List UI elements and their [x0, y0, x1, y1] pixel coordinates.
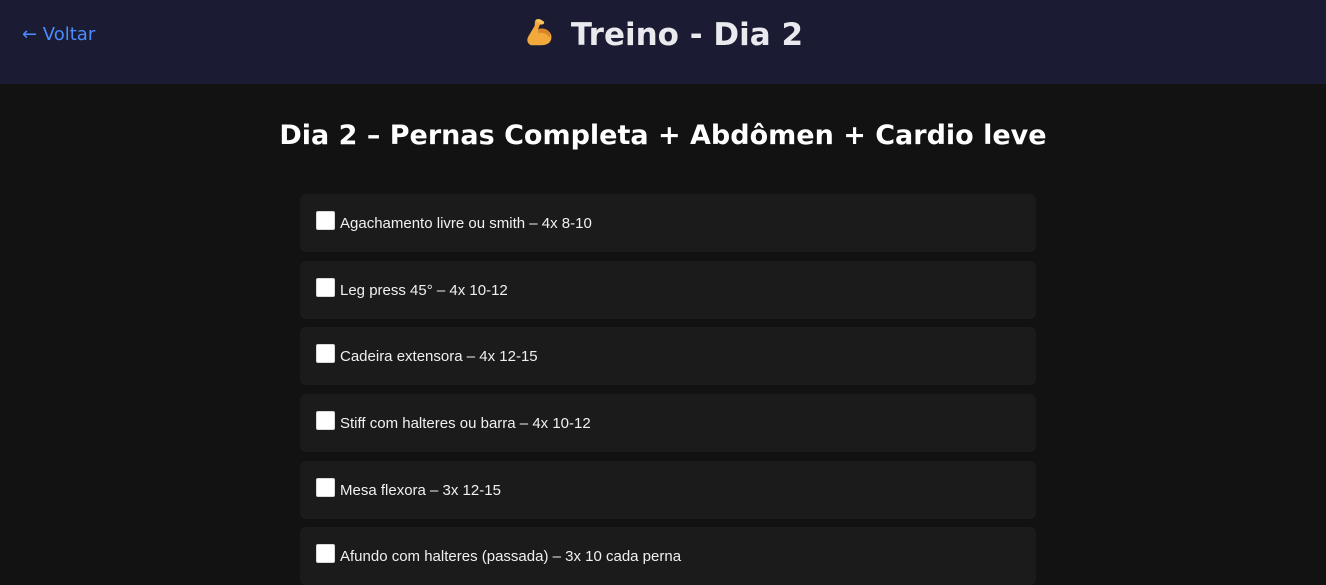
exercise-label: Afundo com halteres (passada) – 3x 10 ca…: [340, 548, 682, 565]
exercise-label: Leg press 45° – 4x 10-12: [340, 282, 508, 299]
top-header-bar: ← Voltar Treino - Dia 2: [0, 0, 1326, 84]
exercise-checkbox[interactable]: [316, 544, 335, 563]
exercise-item-cadeira-extensora[interactable]: Cadeira extensora – 4x 12-15: [300, 327, 1036, 385]
exercise-item-stiff[interactable]: Stiff com halteres ou barra – 4x 10-12: [300, 394, 1036, 452]
exercise-label: Cadeira extensora – 4x 12-15: [340, 348, 538, 365]
exercise-checkbox[interactable]: [316, 211, 335, 230]
exercise-label: Stiff com halteres ou barra – 4x 10-12: [340, 415, 591, 432]
exercise-label: Agachamento livre ou smith – 4x 8-10: [340, 215, 592, 232]
exercise-item-mesa-flexora[interactable]: Mesa flexora – 3x 12-15: [300, 461, 1036, 519]
exercise-checkbox[interactable]: [316, 411, 335, 430]
exercise-checkbox[interactable]: [316, 478, 335, 497]
exercise-label: Mesa flexora – 3x 12-15: [340, 482, 501, 499]
exercise-item-leg-press[interactable]: Leg press 45° – 4x 10-12: [300, 261, 1036, 319]
exercise-checkbox[interactable]: [316, 344, 335, 363]
flexed-biceps-icon: [527, 19, 552, 46]
workout-day-title: Dia 2 – Pernas Completa + Abdômen + Card…: [279, 120, 1047, 151]
exercise-item-agachamento[interactable]: Agachamento livre ou smith – 4x 8-10: [300, 194, 1036, 252]
page-title-text: Treino - Dia 2: [570, 17, 804, 53]
page-title: Treino - Dia 2: [0, 16, 1326, 53]
exercise-item-afundo[interactable]: Afundo com halteres (passada) – 3x 10 ca…: [300, 527, 1036, 585]
exercise-checkbox[interactable]: [316, 278, 335, 297]
